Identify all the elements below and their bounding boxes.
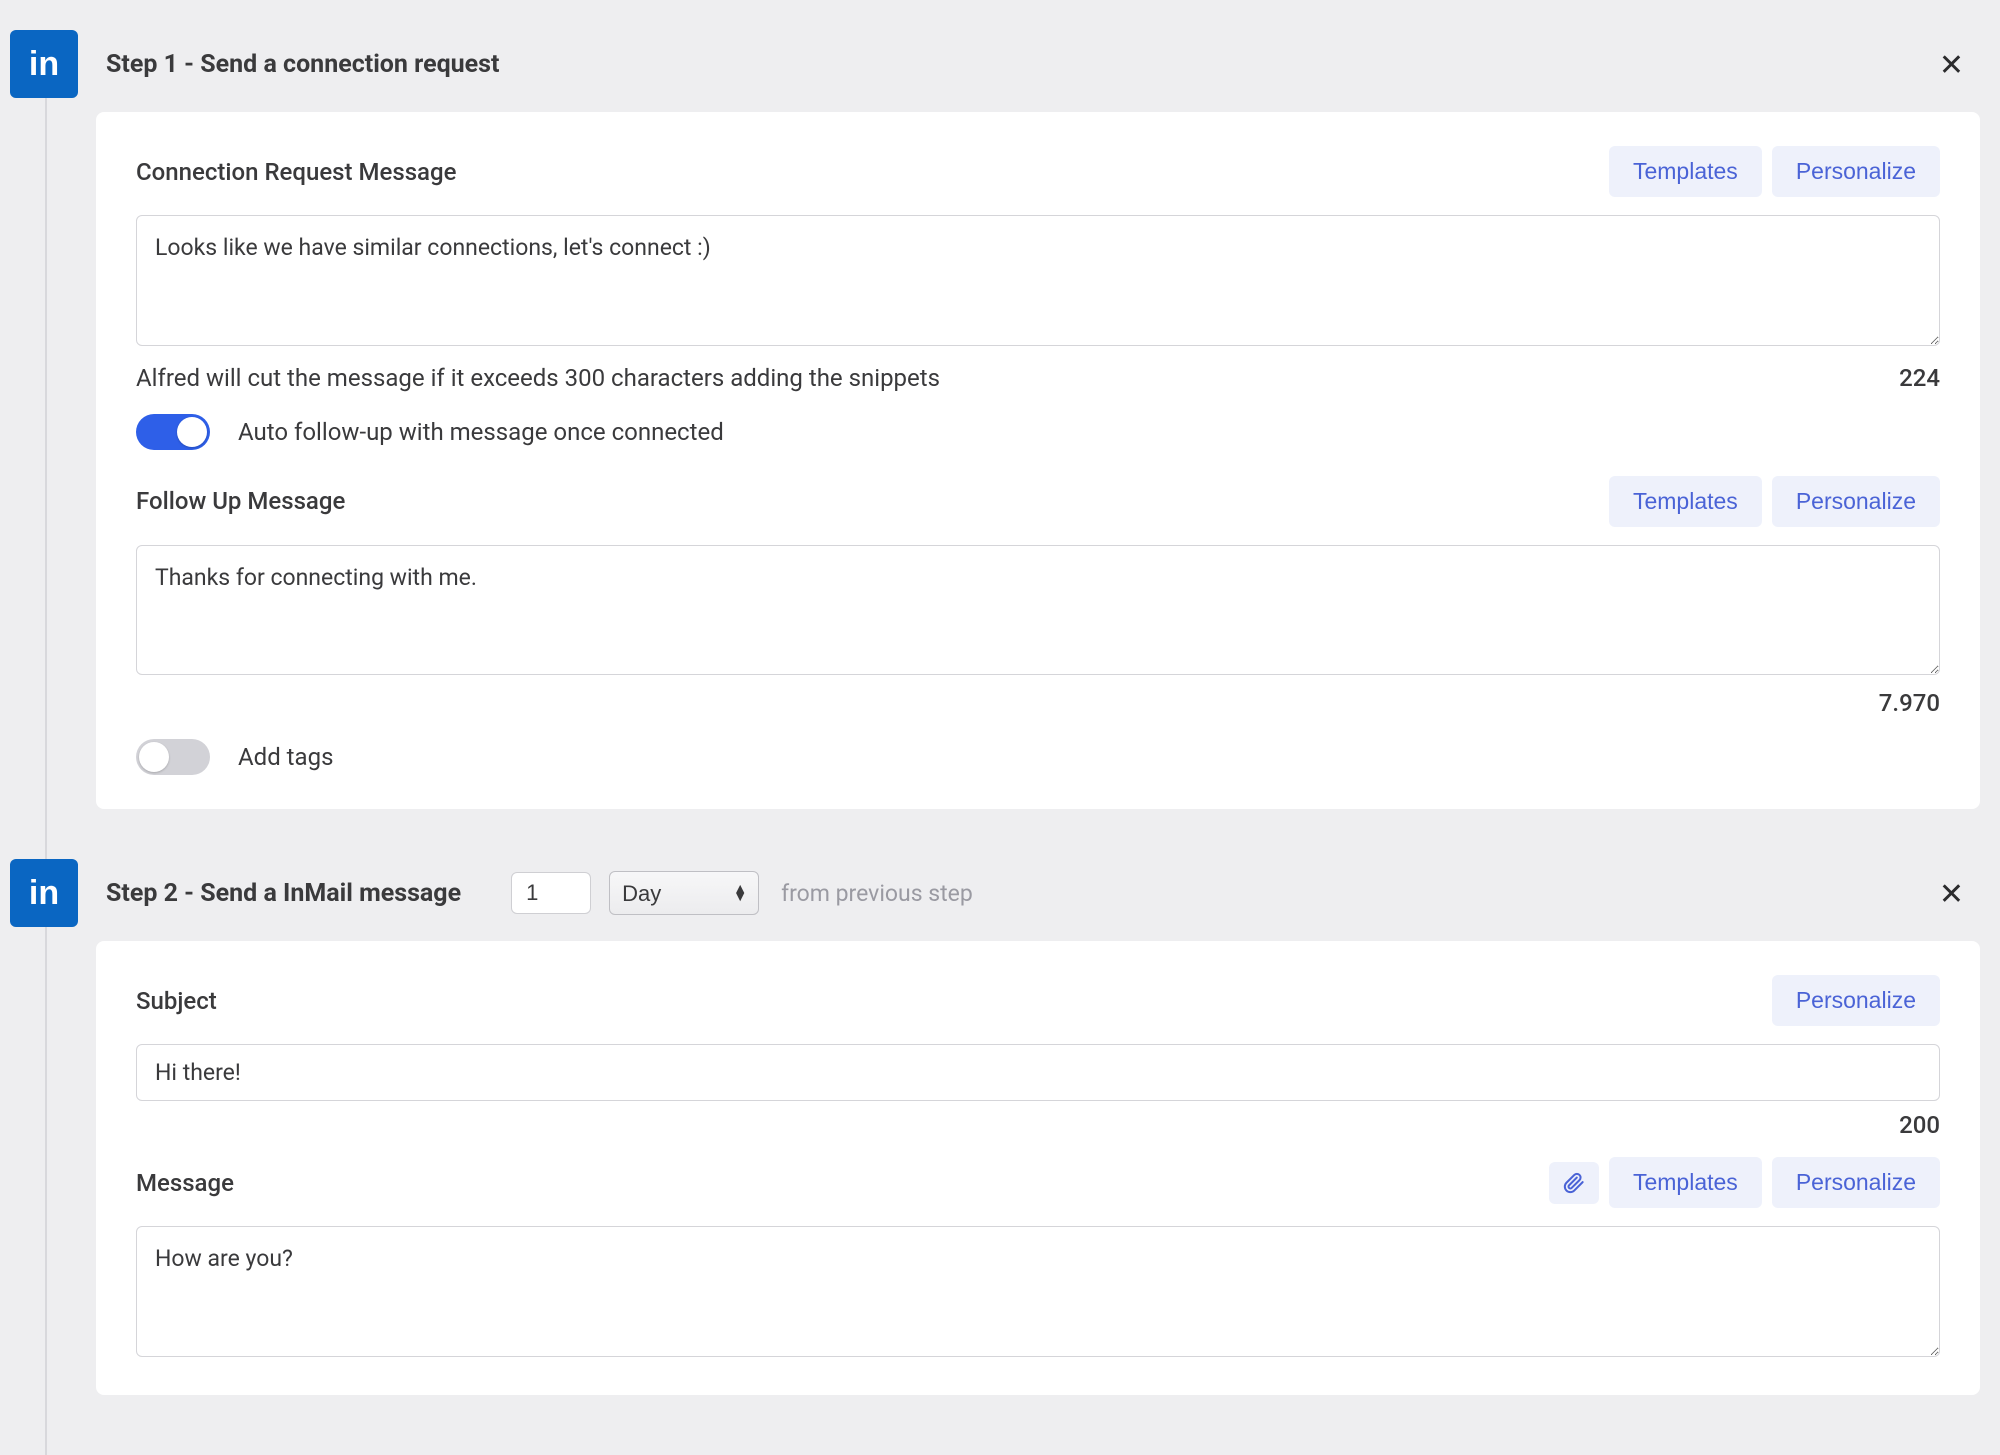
step-2: in Step 2 - Send a InMail message Day ▲▼… <box>10 849 1980 1395</box>
connection-personalize-button[interactable]: Personalize <box>1772 146 1940 197</box>
step-2-header: in Step 2 - Send a InMail message Day ▲▼… <box>10 849 1980 941</box>
message-block: Message Templates Personalize <box>136 1157 1940 1361</box>
step-1-header: in Step 1 - Send a connection request ✕ <box>10 20 1980 112</box>
step-2-card: Subject Personalize 200 Message <box>96 941 1980 1395</box>
auto-followup-row: Auto follow-up with message once connect… <box>136 414 1940 450</box>
connection-hint-text: Alfred will cut the message if it exceed… <box>136 364 940 392</box>
subject-char-counter: 200 <box>1899 1111 1940 1139</box>
step-1-close-button[interactable]: ✕ <box>1933 45 1970 87</box>
auto-followup-toggle[interactable] <box>136 414 210 450</box>
step-2-title: Step 2 - Send a InMail message <box>106 879 461 908</box>
subject-label: Subject <box>136 987 217 1015</box>
followup-label: Follow Up Message <box>136 487 345 515</box>
message-label: Message <box>136 1169 234 1197</box>
connection-char-counter: 224 <box>1899 364 1940 392</box>
followup-block: Follow Up Message Templates Personalize … <box>136 476 1940 718</box>
step-1-title: Step 1 - Send a connection request <box>106 50 499 79</box>
followup-textarea[interactable] <box>136 545 1940 676</box>
subject-input[interactable] <box>136 1044 1940 1101</box>
delay-controls: Day ▲▼ from previous step <box>511 871 973 915</box>
connection-request-textarea[interactable] <box>136 215 1940 346</box>
linkedin-icon: in <box>10 859 78 927</box>
linkedin-icon: in <box>10 30 78 98</box>
followup-personalize-button[interactable]: Personalize <box>1772 476 1940 527</box>
paperclip-icon <box>1563 1172 1585 1194</box>
add-tags-row: Add tags <box>136 739 1940 775</box>
connection-templates-button[interactable]: Templates <box>1609 146 1762 197</box>
step-2-close-button[interactable]: ✕ <box>1933 874 1970 916</box>
from-previous-step-text: from previous step <box>781 880 973 907</box>
delay-number-input[interactable] <box>511 872 591 914</box>
connection-request-block: Connection Request Message Templates Per… <box>136 146 1940 392</box>
subject-personalize-button[interactable]: Personalize <box>1772 975 1940 1026</box>
connection-request-label: Connection Request Message <box>136 158 456 186</box>
followup-templates-button[interactable]: Templates <box>1609 476 1762 527</box>
auto-followup-label: Auto follow-up with message once connect… <box>238 418 724 446</box>
message-textarea[interactable] <box>136 1226 1940 1357</box>
followup-char-counter: 7.970 <box>1879 689 1940 717</box>
add-tags-label: Add tags <box>238 743 333 771</box>
message-personalize-button[interactable]: Personalize <box>1772 1157 1940 1208</box>
delay-unit-select[interactable]: Day <box>609 871 759 915</box>
attachment-button[interactable] <box>1549 1162 1599 1204</box>
step-1: in Step 1 - Send a connection request ✕ … <box>10 20 1980 809</box>
add-tags-toggle[interactable] <box>136 739 210 775</box>
message-templates-button[interactable]: Templates <box>1609 1157 1762 1208</box>
subject-block: Subject Personalize 200 <box>136 975 1940 1139</box>
step-1-card: Connection Request Message Templates Per… <box>96 112 1980 809</box>
